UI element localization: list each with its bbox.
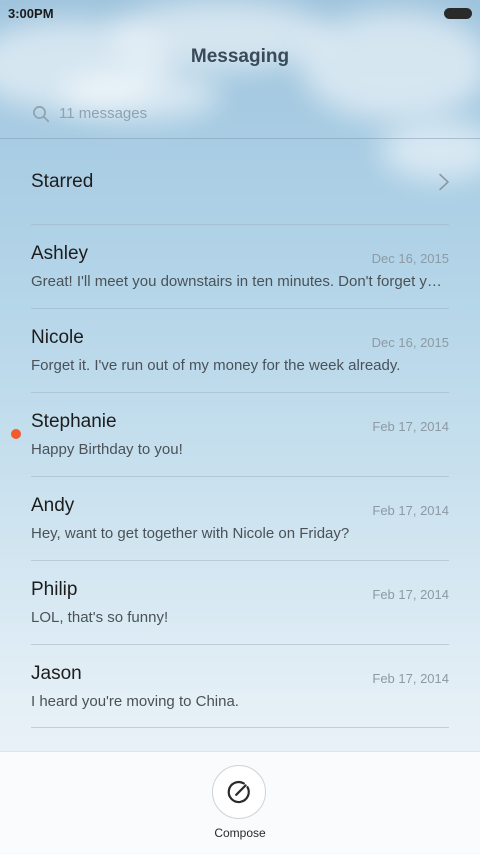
conversation-item[interactable]: Jason Feb 17, 2014 I heard you're moving… xyxy=(0,644,480,728)
unread-indicator xyxy=(11,429,21,439)
contact-name: Stephanie xyxy=(31,411,117,432)
message-preview: Great! I'll meet you downstairs in ten m… xyxy=(31,273,449,290)
message-date: Feb 17, 2014 xyxy=(372,419,449,434)
message-preview: LOL, that's so funny! xyxy=(31,609,169,626)
contact-name: Nicole xyxy=(31,327,84,348)
chevron-right-icon xyxy=(439,173,449,191)
message-preview: Forget it. I've run out of my money for … xyxy=(31,357,401,374)
bottom-bar: Compose xyxy=(0,751,480,854)
message-preview: Hey, want to get together with Nicole on… xyxy=(31,525,350,542)
list-end-divider xyxy=(31,727,449,728)
compose-icon xyxy=(227,780,250,804)
message-preview: I heard you're moving to China. xyxy=(31,693,239,710)
battery-icon xyxy=(444,8,472,19)
contact-name: Philip xyxy=(31,579,78,600)
message-date: Feb 17, 2014 xyxy=(372,503,449,518)
search-placeholder: 11 messages xyxy=(59,105,148,122)
row-divider xyxy=(31,476,449,477)
conversation-item[interactable]: Ashley Dec 16, 2015 Great! I'll meet you… xyxy=(0,224,480,308)
status-bar: 3:00PM xyxy=(0,0,480,28)
contact-name: Andy xyxy=(31,495,75,516)
search-icon xyxy=(33,106,50,123)
page-title: Messaging xyxy=(190,46,290,67)
message-date: Feb 17, 2014 xyxy=(372,671,449,686)
row-divider xyxy=(31,308,449,309)
message-date: Feb 17, 2014 xyxy=(372,587,449,602)
search-input[interactable]: 11 messages xyxy=(30,100,450,128)
row-divider xyxy=(31,644,449,645)
row-divider xyxy=(31,224,449,225)
starred-label: Starred xyxy=(31,171,94,192)
row-divider xyxy=(31,392,449,393)
message-preview: Happy Birthday to you! xyxy=(31,441,183,458)
conversation-item[interactable]: Nicole Dec 16, 2015 Forget it. I've run … xyxy=(0,308,480,392)
compose-label: Compose xyxy=(214,826,266,840)
compose-button[interactable] xyxy=(212,765,266,819)
status-time: 3:00PM xyxy=(8,6,54,21)
contact-name: Jason xyxy=(31,663,82,684)
row-divider xyxy=(31,560,449,561)
message-date: Dec 16, 2015 xyxy=(371,335,449,350)
search-divider xyxy=(0,138,480,139)
message-date: Dec 16, 2015 xyxy=(371,251,449,266)
conversation-list: Ashley Dec 16, 2015 Great! I'll meet you… xyxy=(0,224,480,728)
conversation-item[interactable]: Stephanie Feb 17, 2014 Happy Birthday to… xyxy=(0,392,480,476)
starred-item[interactable]: Starred xyxy=(0,140,480,224)
contact-name: Ashley xyxy=(31,243,89,264)
conversation-item[interactable]: Andy Feb 17, 2014 Hey, want to get toget… xyxy=(0,476,480,560)
conversation-item[interactable]: Philip Feb 17, 2014 LOL, that's so funny… xyxy=(0,560,480,644)
